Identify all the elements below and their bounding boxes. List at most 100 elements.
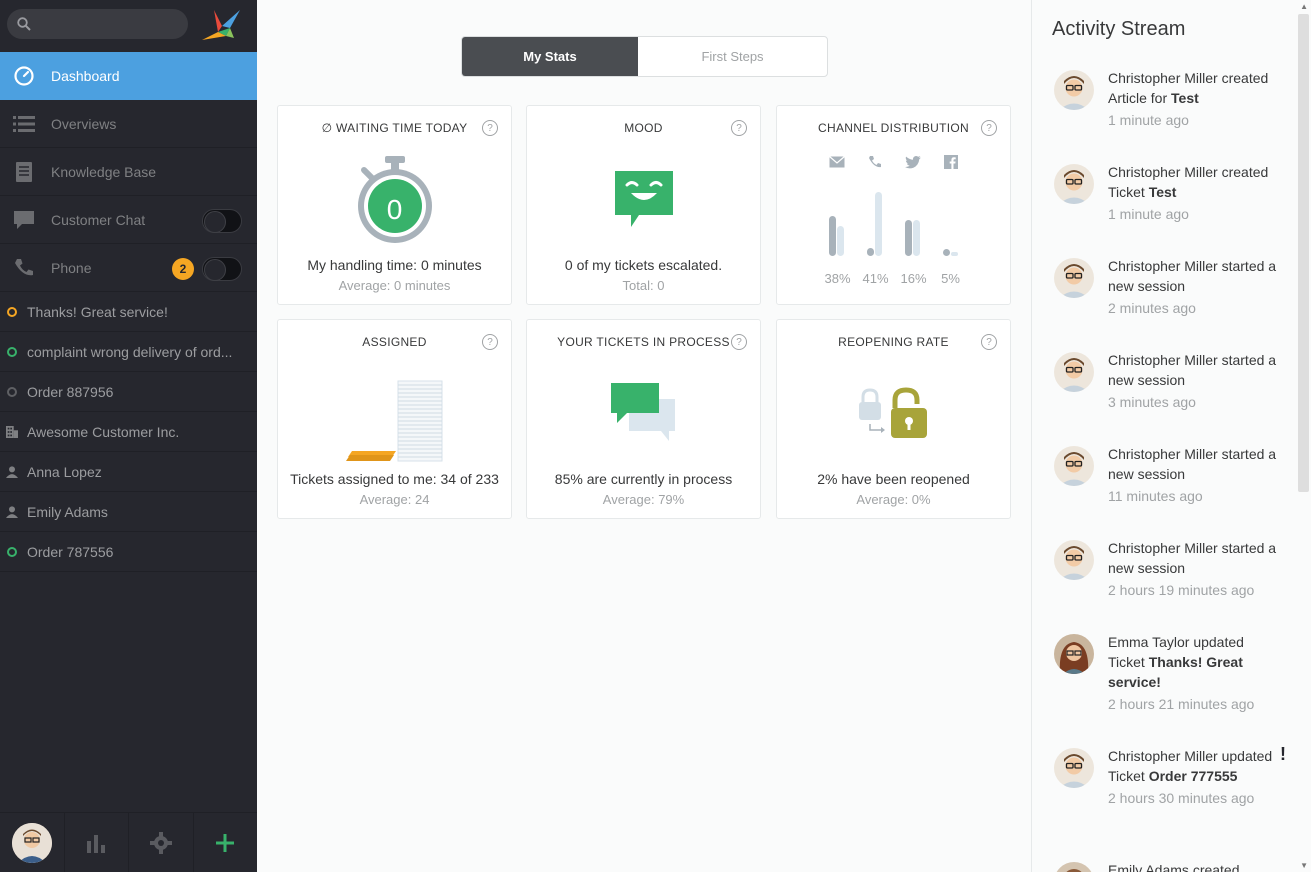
handling-time-average: Average: 0 minutes — [338, 278, 451, 293]
plus-icon — [216, 833, 235, 852]
activity-time: 1 minute ago — [1108, 206, 1189, 222]
phone-toggle[interactable] — [202, 257, 242, 281]
activity-user[interactable]: Christopher Miller — [1108, 352, 1218, 368]
avatar[interactable] — [11, 822, 52, 863]
activity-object[interactable]: Test — [1171, 90, 1199, 106]
nav-item-phone[interactable]: Phone 2 — [0, 244, 257, 292]
activity-text: Christopher Miller started a new session… — [1108, 256, 1278, 318]
nav-item-dashboard[interactable]: Dashboard — [0, 52, 257, 100]
activity-text: Christopher Miller created Article for T… — [1108, 68, 1278, 130]
reopened-text: 2% have been reopened — [817, 471, 970, 487]
channel-bar-twitter — [904, 190, 921, 256]
nav-label: Phone — [51, 259, 92, 276]
customer-chat-toggle[interactable] — [202, 209, 242, 233]
nav-item-knowledge-base[interactable]: Knowledge Base — [0, 148, 257, 196]
help-icon[interactable]: ? — [482, 334, 498, 350]
card-title: ∅ WAITING TIME TODAY — [321, 121, 468, 135]
avatar[interactable] — [1054, 258, 1094, 298]
help-icon[interactable]: ? — [981, 120, 997, 136]
settings-button[interactable] — [129, 813, 194, 872]
activity-user[interactable]: Christopher Miller — [1108, 258, 1218, 274]
activity-object[interactable]: Order 777555 — [1149, 768, 1238, 784]
mood-card: MOOD ? 0 of my tickets escalated. Total:… — [526, 105, 761, 305]
avatar[interactable] — [1054, 446, 1094, 486]
help-icon[interactable]: ? — [731, 120, 747, 136]
logo-icon[interactable] — [200, 6, 242, 44]
activity-user[interactable]: Christopher Miller — [1108, 540, 1218, 556]
activity-stream: Activity Stream Christopher Miller creat… — [1031, 0, 1311, 872]
email-icon — [828, 154, 845, 170]
activity-text: Christopher Miller started a new session… — [1108, 538, 1278, 600]
task-item[interactable]: complaint wrong delivery of ord... — [0, 332, 257, 372]
main-navigation: Dashboard Overviews Knowledge Base Customer… — [0, 52, 257, 292]
card-title: REOPENING RATE — [838, 335, 949, 349]
task-label: Awesome Customer Inc. — [27, 423, 180, 440]
user-menu[interactable] — [0, 813, 65, 872]
activity-time: 1 minute ago — [1108, 112, 1189, 128]
dashboard-main: My Stats First Steps ∅ WAITING TIME TODA… — [257, 0, 1031, 872]
escalated-text: 0 of my tickets escalated. — [564, 257, 723, 273]
assigned-text: Tickets assigned to me: 34 of 233 — [290, 471, 499, 487]
avatar[interactable] — [1054, 352, 1094, 392]
channel-distribution-card: CHANNEL DISTRIBUTION ? 38% 41% 16% 5% — [776, 105, 1011, 305]
scroll-up-icon[interactable]: ▲ — [1300, 2, 1308, 11]
avatar[interactable] — [1054, 70, 1094, 110]
avatar[interactable] — [1054, 540, 1094, 580]
channel-bar-primary — [942, 249, 950, 256]
activity-user[interactable]: Christopher Miller — [1108, 446, 1218, 462]
help-icon[interactable]: ? — [731, 334, 747, 350]
ticket-stack-icon — [278, 370, 511, 466]
tab-first-steps[interactable]: First Steps — [638, 37, 827, 76]
activity-user[interactable]: Christopher Miller — [1108, 164, 1218, 180]
tab-my-stats[interactable]: My Stats — [462, 37, 638, 76]
activity-time: 2 hours 30 minutes ago — [1108, 790, 1255, 806]
reopening-rate-card: REOPENING RATE ? 2% have been reopened A… — [776, 319, 1011, 519]
channel-bar-email — [828, 190, 845, 256]
user-icon — [6, 505, 18, 519]
task-item[interactable]: Anna Lopez — [0, 452, 257, 492]
chat-icon — [12, 208, 36, 232]
nav-item-customer-chat[interactable]: Customer Chat — [0, 196, 257, 244]
stopwatch-icon: 0 — [278, 150, 511, 250]
channel-percentage: 5% — [941, 271, 960, 286]
task-item[interactable]: Awesome Customer Inc. — [0, 412, 257, 452]
avatar[interactable] — [1054, 164, 1094, 204]
activity-user[interactable]: Christopher Miller — [1108, 70, 1218, 86]
phone-icon — [12, 256, 36, 280]
in-process-text: 85% are currently in process — [554, 471, 733, 487]
channel-bar-phone — [866, 190, 883, 256]
reports-button[interactable] — [65, 813, 129, 872]
help-icon[interactable]: ? — [482, 120, 498, 136]
waiting-time-value: 0 — [386, 194, 403, 225]
nav-item-overviews[interactable]: Overviews — [0, 100, 257, 148]
task-item[interactable]: Order 887956 — [0, 372, 257, 412]
search-input[interactable] — [39, 9, 184, 39]
search-icon — [17, 17, 31, 31]
activity-user[interactable]: Emily Adams — [1108, 862, 1189, 872]
task-item[interactable]: Order 787556 — [0, 532, 257, 572]
help-icon[interactable]: ? — [981, 334, 997, 350]
avatar[interactable] — [1054, 748, 1094, 788]
task-label: Order 887956 — [27, 383, 114, 400]
task-item[interactable]: Thanks! Great service! — [0, 292, 257, 332]
dashboard-icon — [12, 64, 36, 88]
activity-text: Christopher Miller started a new session… — [1108, 444, 1278, 506]
search-box[interactable] — [7, 9, 188, 39]
nav-label: Dashboard — [51, 67, 120, 84]
twitter-icon — [904, 154, 921, 170]
task-item[interactable]: Emily Adams — [0, 492, 257, 532]
activity-user[interactable]: Emma Taylor — [1108, 634, 1189, 650]
avatar[interactable] — [1054, 634, 1094, 674]
scroll-down-icon[interactable]: ▼ — [1300, 861, 1308, 870]
activity-user[interactable]: Christopher Miller — [1108, 748, 1218, 764]
task-label: Order 787556 — [27, 543, 114, 560]
task-label: Emily Adams — [27, 503, 108, 520]
avatar[interactable] — [1054, 862, 1094, 872]
channel-bar-facebook — [942, 190, 959, 256]
channel-bar-secondary — [912, 219, 920, 256]
activity-object[interactable]: Test — [1149, 184, 1177, 200]
add-button[interactable] — [194, 813, 258, 872]
card-title: CHANNEL DISTRIBUTION — [818, 121, 969, 135]
bar-chart-icon — [87, 834, 106, 853]
scrollbar[interactable] — [1298, 14, 1309, 492]
